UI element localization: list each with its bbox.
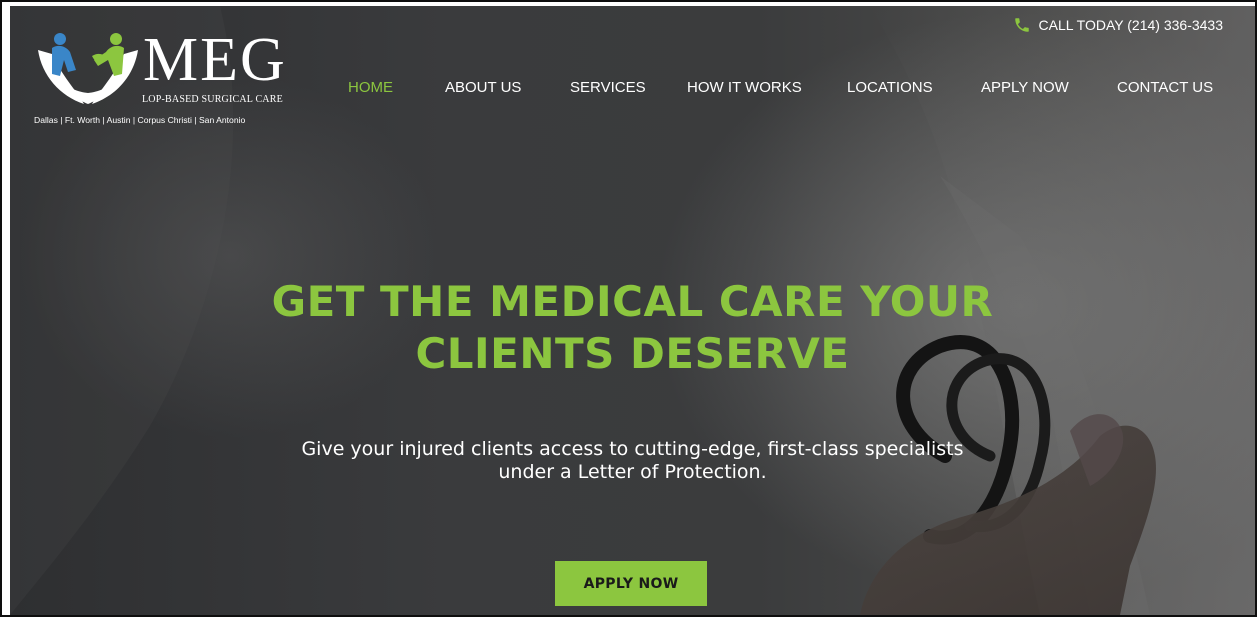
- nav-item-how-it-works[interactable]: HOW IT WORKS: [687, 79, 802, 96]
- nav-item-apply-now[interactable]: APPLY NOW: [981, 79, 1069, 96]
- hero-subtext-line-1: Give your injured clients access to cutt…: [301, 438, 964, 460]
- phone-icon: [1014, 18, 1029, 32]
- hero-section: MEG LOP-BASED SURGICAL CARE Dallas | Ft.…: [10, 6, 1255, 615]
- logo-cities: Dallas | Ft. Worth | Austin | Corpus Chr…: [34, 115, 246, 125]
- nav-item-services[interactable]: SERVICES: [570, 79, 646, 96]
- hero-headline-line-2: CLIENTS DESERVE: [415, 329, 850, 378]
- nav-item-about-us[interactable]: ABOUT US: [445, 79, 521, 96]
- hero-subtext: Give your injured clients access to cutt…: [10, 438, 1255, 484]
- hero-headline-line-1: GET THE MEDICAL CARE YOUR: [271, 277, 994, 326]
- page-frame: MEG LOP-BASED SURGICAL CARE Dallas | Ft.…: [0, 0, 1257, 617]
- hero-subtext-line-2: under a Letter of Protection.: [498, 461, 767, 483]
- call-today-link[interactable]: CALL TODAY (214) 336-3433: [1013, 16, 1223, 34]
- main-navigation: HOME ABOUT US SERVICES HOW IT WORKS LOCA…: [10, 79, 1255, 99]
- nav-item-home[interactable]: HOME: [348, 79, 393, 96]
- phone-text: CALL TODAY (214) 336-3433: [1038, 17, 1223, 33]
- apply-now-button[interactable]: APPLY NOW: [555, 561, 707, 606]
- nav-item-locations[interactable]: LOCATIONS: [847, 79, 933, 96]
- nav-item-contact-us[interactable]: CONTACT US: [1117, 79, 1213, 96]
- hero-headline: GET THE MEDICAL CARE YOUR CLIENTS DESERV…: [10, 276, 1255, 380]
